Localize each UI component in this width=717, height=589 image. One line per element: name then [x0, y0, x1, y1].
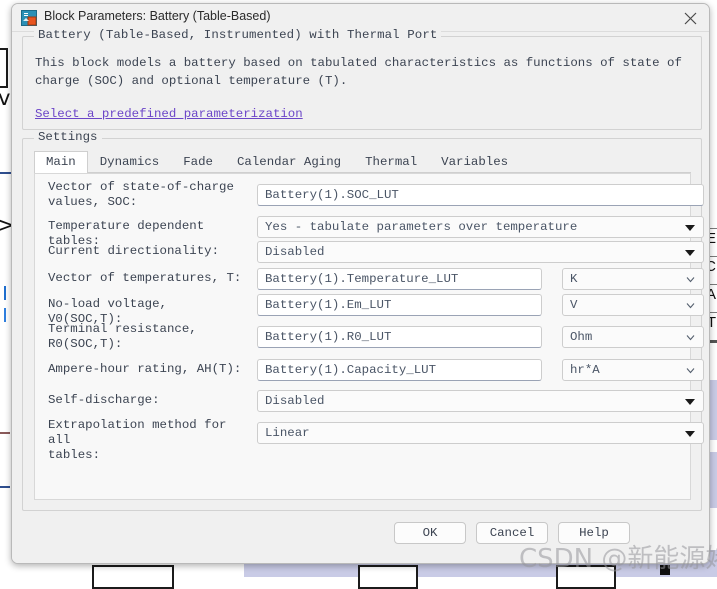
chevron-down-icon[interactable] [686, 275, 695, 284]
field-label: Current directionality: [48, 244, 248, 259]
unit-value: Ohm [570, 330, 592, 344]
field-dropdown[interactable]: Disabled [257, 241, 704, 263]
field-dropdown[interactable]: Linear [257, 422, 704, 444]
chevron-down-icon[interactable] [686, 301, 695, 310]
field-label-line: Current directionality: [48, 244, 248, 259]
ok-button[interactable]: OK [394, 522, 466, 544]
chevron-down-icon[interactable] [685, 399, 695, 405]
bg-block-marker [660, 565, 670, 575]
predefined-parameterization-link[interactable]: Select a predefined parameterization [35, 107, 303, 121]
description-group-title: Battery (Table-Based, Instrumented) with… [34, 28, 441, 42]
unit-value: K [570, 272, 577, 286]
field-label-line: Vector of temperatures, T: [48, 271, 248, 286]
field-value: Battery(1).SOC_LUT [265, 188, 399, 202]
bg-port-marker-1 [4, 286, 6, 300]
field-label-line: Extrapolation method for all [48, 418, 248, 448]
field-label-line: Ampere-hour rating, AH(T): [48, 362, 248, 377]
unit-dropdown[interactable]: K [562, 268, 704, 290]
field-text-input[interactable]: Battery(1).Temperature_LUT [257, 268, 542, 290]
field-row: Self-discharge: Disabled [35, 390, 690, 412]
field-value: Disabled [265, 394, 325, 408]
settings-group-title: Settings [34, 130, 102, 144]
field-text-input[interactable]: Battery(1).Em_LUT [257, 294, 542, 316]
field-row: Vector of state-of-chargevalues, SOC:Bat… [35, 184, 690, 206]
tab-variables[interactable]: Variables [429, 151, 520, 172]
bg-port-marker-2 [4, 308, 6, 322]
field-value: Battery(1).Em_LUT [265, 298, 391, 312]
field-row: Temperature dependent tables:Yes - tabul… [35, 216, 690, 238]
dialog-footer: OK Cancel Help [12, 511, 709, 563]
chevron-down-icon[interactable] [685, 250, 695, 256]
field-label-line: R0(SOC,T): [48, 337, 248, 352]
field-label: Ampere-hour rating, AH(T): [48, 362, 248, 377]
chevron-down-icon[interactable] [686, 366, 695, 375]
field-value: Yes - tabulate parameters over temperatu… [265, 220, 577, 234]
field-row: Extrapolation method for alltables:Linea… [35, 422, 690, 444]
unit-dropdown[interactable]: V [562, 294, 704, 316]
field-label: Extrapolation method for alltables: [48, 418, 248, 463]
settings-groupbox: Settings MainDynamicsFadeCalendar AgingT… [22, 138, 702, 511]
field-label: Vector of state-of-chargevalues, SOC: [48, 180, 248, 210]
dialog-body: Battery (Table-Based, Instrumented) with… [12, 32, 709, 563]
field-label: Vector of temperatures, T: [48, 271, 248, 286]
field-value: Battery(1).Temperature_LUT [265, 272, 458, 286]
bg-block-bottom-3 [556, 565, 616, 589]
bg-block-bottom-2 [358, 565, 418, 589]
field-text-input[interactable]: Battery(1).Capacity_LUT [257, 359, 542, 381]
main-tab-panel: Vector of state-of-chargevalues, SOC: Bat… [34, 173, 691, 500]
bg-signal-line [0, 172, 11, 174]
field-value: Battery(1).R0_LUT [265, 330, 391, 344]
unit-value: V [570, 298, 577, 312]
bg-signal-line-3 [0, 486, 10, 488]
field-label-line: tables: [48, 448, 248, 463]
unit-value: hr*A [570, 363, 600, 377]
chevron-down-icon[interactable] [686, 333, 695, 342]
chevron-down-icon[interactable] [685, 431, 695, 437]
chevron-down-icon[interactable] [685, 225, 695, 231]
unit-dropdown[interactable]: hr*A [562, 359, 704, 381]
field-label: Self-discharge: [48, 393, 248, 408]
field-row: Vector of temperatures, T: Battery(1).Tem… [35, 268, 690, 290]
field-dropdown[interactable]: Disabled [257, 390, 704, 412]
tab-main[interactable]: Main [34, 151, 88, 172]
field-label-line: Self-discharge: [48, 393, 248, 408]
bg-block-left [0, 48, 8, 88]
field-label-line: Vector of state-of-charge [48, 180, 248, 195]
tab-calendar-aging[interactable]: Calendar Aging [225, 151, 353, 172]
dialog-title: Block Parameters: Battery (Table-Based) [44, 9, 270, 23]
unit-dropdown[interactable]: Ohm [562, 326, 704, 348]
tab-fade[interactable]: Fade [171, 151, 225, 172]
description-text: This block models a battery based on tab… [35, 54, 691, 90]
field-value: Battery(1).Capacity_LUT [265, 363, 436, 377]
field-text-input[interactable]: Battery(1).SOC_LUT [257, 184, 704, 206]
field-value: Linear [265, 426, 310, 440]
bg-signal-line-2 [0, 432, 10, 434]
field-value: Disabled [265, 245, 325, 259]
field-row: Terminal resistance,R0(SOC,T):Battery(1)… [35, 326, 690, 348]
cancel-button[interactable]: Cancel [476, 522, 548, 544]
field-row: No-load voltage, V0(SOC,T):Battery(1).Em… [35, 294, 690, 316]
description-groupbox: Battery (Table-Based, Instrumented) with… [22, 36, 702, 130]
field-row: Current directionality: Disabled [35, 241, 690, 263]
simulink-block-icon [21, 10, 37, 26]
field-dropdown[interactable]: Yes - tabulate parameters over temperatu… [257, 216, 704, 238]
field-label: Terminal resistance,R0(SOC,T): [48, 322, 248, 352]
field-label-line: values, SOC: [48, 195, 248, 210]
field-label-line: Terminal resistance, [48, 322, 248, 337]
close-icon[interactable] [679, 8, 701, 28]
block-parameters-dialog: Block Parameters: Battery (Table-Based) … [11, 3, 710, 564]
bg-arrow-icon: v [0, 88, 10, 109]
settings-tabstrip: MainDynamicsFadeCalendar AgingThermalVar… [34, 152, 691, 173]
bg-block-bottom-1 [92, 565, 174, 589]
field-row: Ampere-hour rating, AH(T): Battery(1).Cap… [35, 359, 690, 381]
tab-thermal[interactable]: Thermal [353, 151, 429, 172]
tab-dynamics[interactable]: Dynamics [88, 151, 172, 172]
field-text-input[interactable]: Battery(1).R0_LUT [257, 326, 542, 348]
help-button[interactable]: Help [558, 522, 630, 544]
